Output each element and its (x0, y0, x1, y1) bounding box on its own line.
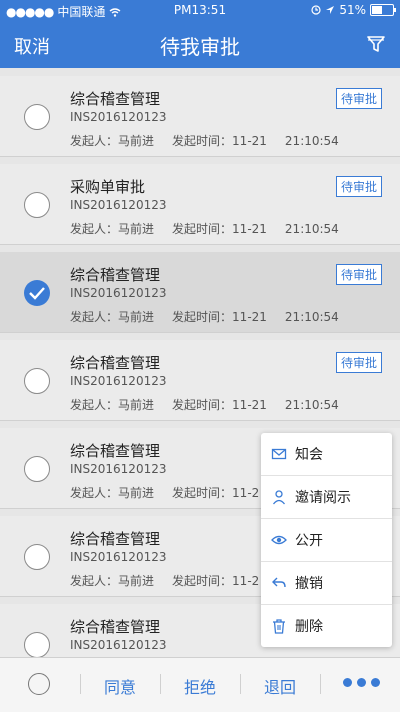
trash-icon (273, 619, 285, 634)
status-badge: 待审批 (335, 88, 382, 109)
divider (160, 674, 161, 694)
nav-bar: 取消 待我审批 (0, 20, 400, 68)
select-radio[interactable] (24, 632, 50, 658)
menu-item-invite-review[interactable]: 邀请阅示 (261, 476, 392, 519)
battery-percent: 51% (339, 3, 366, 17)
item-code: INS2016120123 (70, 462, 167, 476)
select-radio[interactable] (24, 104, 50, 130)
list-item[interactable]: 综合稽查管理 INS2016120123 发起人：马前进 发起时间：11-21 21… (0, 340, 400, 421)
menu-item-label: 公开 (295, 533, 323, 549)
divider (240, 674, 241, 694)
item-meta: 发起人：马前进 发起时间：11-21 21:10:54 (70, 310, 339, 324)
select-radio[interactable] (24, 456, 50, 482)
select-radio[interactable] (24, 368, 50, 394)
item-meta: 发起人：马前进 发起时间：11-2 (70, 574, 260, 588)
item-code: INS2016120123 (70, 110, 167, 124)
menu-item-label: 撤销 (295, 576, 323, 592)
envelope-icon (271, 448, 287, 460)
item-name: 综合稽查管理 (70, 442, 161, 460)
menu-item-revoke[interactable]: 撤销 (261, 562, 392, 605)
status-bar: ●●●●● 中国联通 PM13:51 51% (0, 0, 400, 20)
menu-item-label: 邀请阅示 (295, 490, 351, 506)
item-name: 综合稽查管理 (70, 354, 161, 372)
bottom-action-bar: 同意 拒绝 退回 (0, 657, 400, 712)
status-badge: 待审批 (335, 176, 382, 197)
divider (80, 674, 81, 694)
item-code: INS2016120123 (70, 550, 167, 564)
item-meta: 发起人：马前进 发起时间：11-21 21:10:54 (70, 398, 339, 412)
menu-item-public[interactable]: 公开 (261, 519, 392, 562)
item-code: INS2016120123 (70, 638, 167, 652)
menu-item-delete[interactable]: 删除 (261, 605, 392, 647)
select-radio-checked[interactable] (24, 280, 50, 306)
divider (320, 674, 321, 694)
list-item[interactable]: 综合稽查管理 INS2016120123 发起人：马前进 发起时间：11-21 21… (0, 252, 400, 333)
agree-button[interactable]: 同意 (104, 674, 136, 698)
item-code: INS2016120123 (70, 374, 167, 388)
alarm-icon (311, 5, 321, 15)
select-radio[interactable] (24, 192, 50, 218)
item-meta: 发起人：马前进 发起时间：11-2 (70, 486, 260, 500)
filter-icon[interactable] (366, 34, 386, 54)
item-name: 综合稽查管理 (70, 266, 161, 284)
item-name: 采购单审批 (70, 178, 146, 196)
list-item[interactable]: 采购单审批 INS2016120123 发起人：马前进 发起时间：11-21 21:… (0, 164, 400, 245)
item-meta: 发起人：马前进 发起时间：11-21 21:10:54 (70, 134, 339, 148)
page-title: 待我审批 (160, 35, 240, 59)
item-code: INS2016120123 (70, 198, 167, 212)
select-all-radio[interactable] (28, 673, 50, 695)
undo-icon (272, 577, 286, 588)
menu-item-label: 删除 (295, 619, 323, 635)
checkmark-icon (29, 287, 45, 300)
item-name: 综合稽查管理 (70, 530, 161, 548)
more-icon[interactable] (343, 678, 380, 687)
list-item[interactable]: 综合稽查管理 INS2016120123 发起人：马前进 发起时间：11-21 21… (0, 76, 400, 157)
person-icon (272, 490, 286, 505)
action-popup-menu: 知会 邀请阅示 公开 撤销 删除 (261, 433, 392, 647)
eye-icon (271, 535, 287, 545)
menu-item-notify[interactable]: 知会 (261, 433, 392, 476)
battery-icon (370, 4, 396, 16)
return-button[interactable]: 退回 (264, 674, 296, 698)
reject-button[interactable]: 拒绝 (184, 674, 216, 698)
select-radio[interactable] (24, 544, 50, 570)
item-code: INS2016120123 (70, 286, 167, 300)
item-meta: 发起人：马前进 发起时间：11-21 21:10:54 (70, 222, 339, 236)
location-icon (326, 6, 335, 14)
item-name: 综合稽查管理 (70, 90, 161, 108)
menu-item-label: 知会 (295, 447, 323, 463)
status-badge: 待审批 (335, 352, 382, 373)
item-name: 综合稽查管理 (70, 618, 161, 636)
status-badge: 待审批 (335, 264, 382, 285)
